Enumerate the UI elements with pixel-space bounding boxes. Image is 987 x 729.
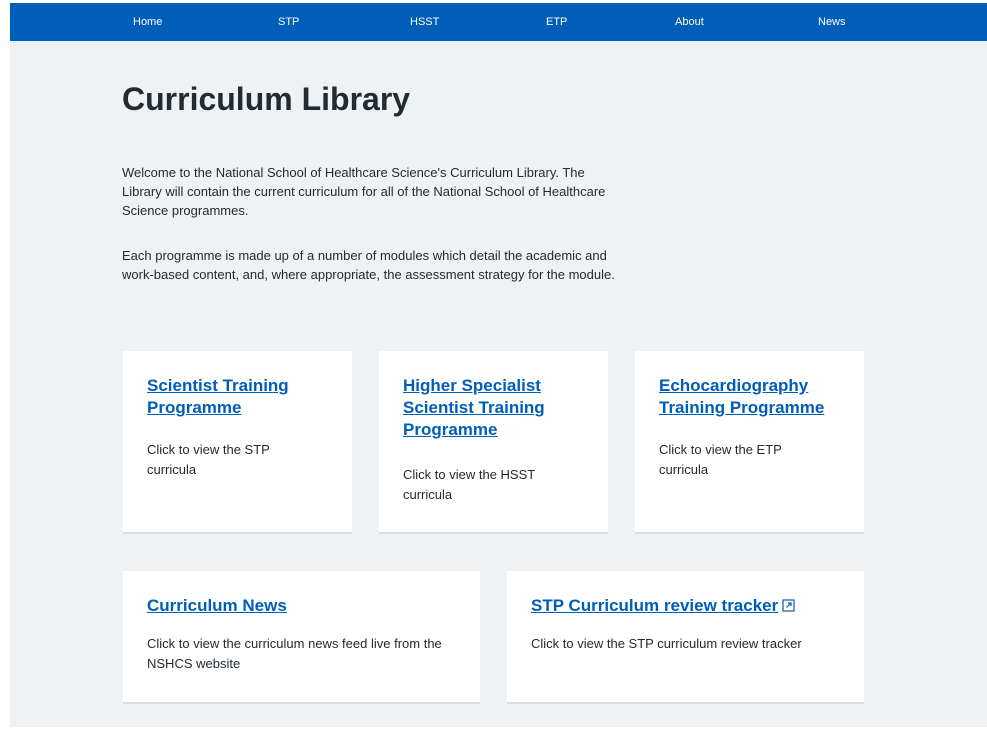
card-stp-description: Click to view the STP curricula <box>147 442 270 477</box>
card-etp-link[interactable]: Echocardiography Training Programme <box>659 375 859 419</box>
card-curriculum-news[interactable]: Curriculum News Click to view the curric… <box>123 571 480 702</box>
card-curriculum-news-description: Click to view the curriculum news feed l… <box>147 636 442 671</box>
card-curriculum-news-link[interactable]: Curriculum News <box>147 595 457 617</box>
nav-about[interactable]: About <box>675 3 704 41</box>
top-navigation: Home STP HSST ETP About News <box>10 3 987 41</box>
card-hsst-link[interactable]: Higher Specialist Scientist Training Pro… <box>403 375 593 441</box>
page-title: Curriculum Library <box>122 81 411 117</box>
card-hsst-description: Click to view the HSST curricula <box>403 467 535 502</box>
nav-etp[interactable]: ETP <box>546 3 567 41</box>
intro-paragraph-modules: Each programme is made up of a number of… <box>122 248 615 282</box>
nav-news[interactable]: News <box>818 3 846 41</box>
card-review-tracker-title: STP Curriculum review tracker <box>531 596 779 615</box>
nav-stp[interactable]: STP <box>278 3 299 41</box>
nav-home[interactable]: Home <box>133 3 162 41</box>
card-stp[interactable]: Scientist Training Programme Click to vi… <box>123 351 352 532</box>
card-stp-link[interactable]: Scientist Training Programme <box>147 375 337 419</box>
card-etp-description: Click to view the ETP curricula <box>659 442 782 477</box>
card-review-tracker[interactable]: STP Curriculum review tracker Click to v… <box>507 571 864 702</box>
card-hsst[interactable]: Higher Specialist Scientist Training Pro… <box>379 351 608 532</box>
nav-hsst[interactable]: HSST <box>410 3 439 41</box>
external-link-icon <box>782 599 795 612</box>
card-etp[interactable]: Echocardiography Training Programme Clic… <box>635 351 864 532</box>
page-frame: Home STP HSST ETP About News Curriculum … <box>10 3 987 727</box>
card-review-tracker-description: Click to view the STP curriculum review … <box>531 636 802 651</box>
card-review-tracker-link[interactable]: STP Curriculum review tracker <box>531 595 851 617</box>
intro-paragraph-welcome: Welcome to the National School of Health… <box>122 165 606 218</box>
